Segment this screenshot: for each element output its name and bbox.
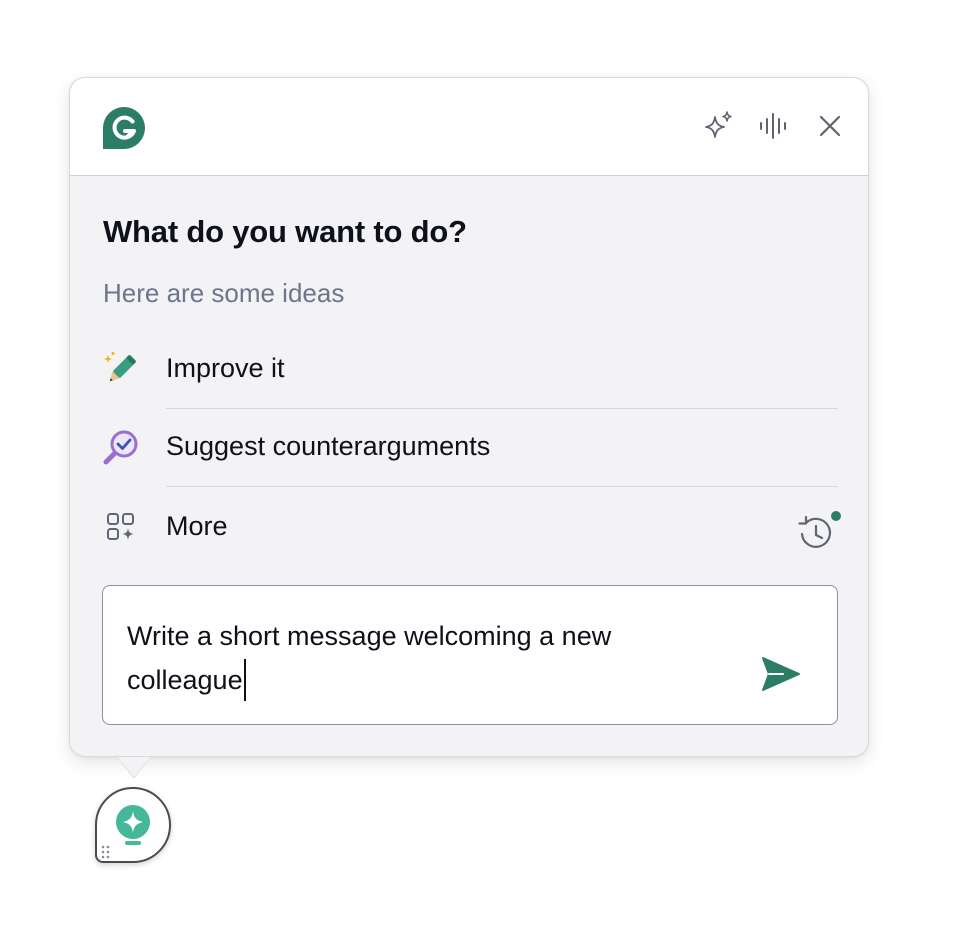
magic-pencil-icon [104,352,136,382]
idea-label: More [166,511,228,541]
apps-grid-sparkle-icon [107,513,134,540]
prompt-input-value: Write a short message welcoming a new co… [127,621,612,695]
assistant-panel: What do you want to do? Here are some id… [69,77,869,757]
lightbulb-sparkle-icon [116,805,150,845]
idea-suggest-counterarguments[interactable]: Suggest counterarguments [100,409,838,487]
text-caret [243,659,246,701]
history-clock-icon[interactable] [794,511,842,553]
idea-improve-it[interactable]: Improve it [100,331,838,409]
history-badge [831,511,841,521]
idea-label: Improve it [166,353,285,383]
ideas-subheading: Here are some ideas [103,278,345,308]
prompt-input-text[interactable]: Write a short message welcoming a new co… [127,614,727,702]
grammarly-logo-icon [103,107,145,149]
send-arrow-icon[interactable] [759,654,803,694]
drag-grip-icon[interactable] [101,845,111,859]
sparkle-icon[interactable] [701,108,737,144]
page-title: What do you want to do? [103,214,467,249]
divider [166,486,838,487]
idea-more[interactable]: More [100,489,838,567]
panel-header [70,78,868,176]
panel-pointer [117,757,151,779]
close-icon[interactable] [812,108,848,144]
magnifier-check-icon [103,430,138,465]
idea-label: Suggest counterarguments [166,431,491,461]
prompt-input[interactable]: Write a short message welcoming a new co… [102,585,838,725]
voice-waveform-icon[interactable] [756,108,792,144]
stage: What do you want to do? Here are some id… [0,0,962,934]
